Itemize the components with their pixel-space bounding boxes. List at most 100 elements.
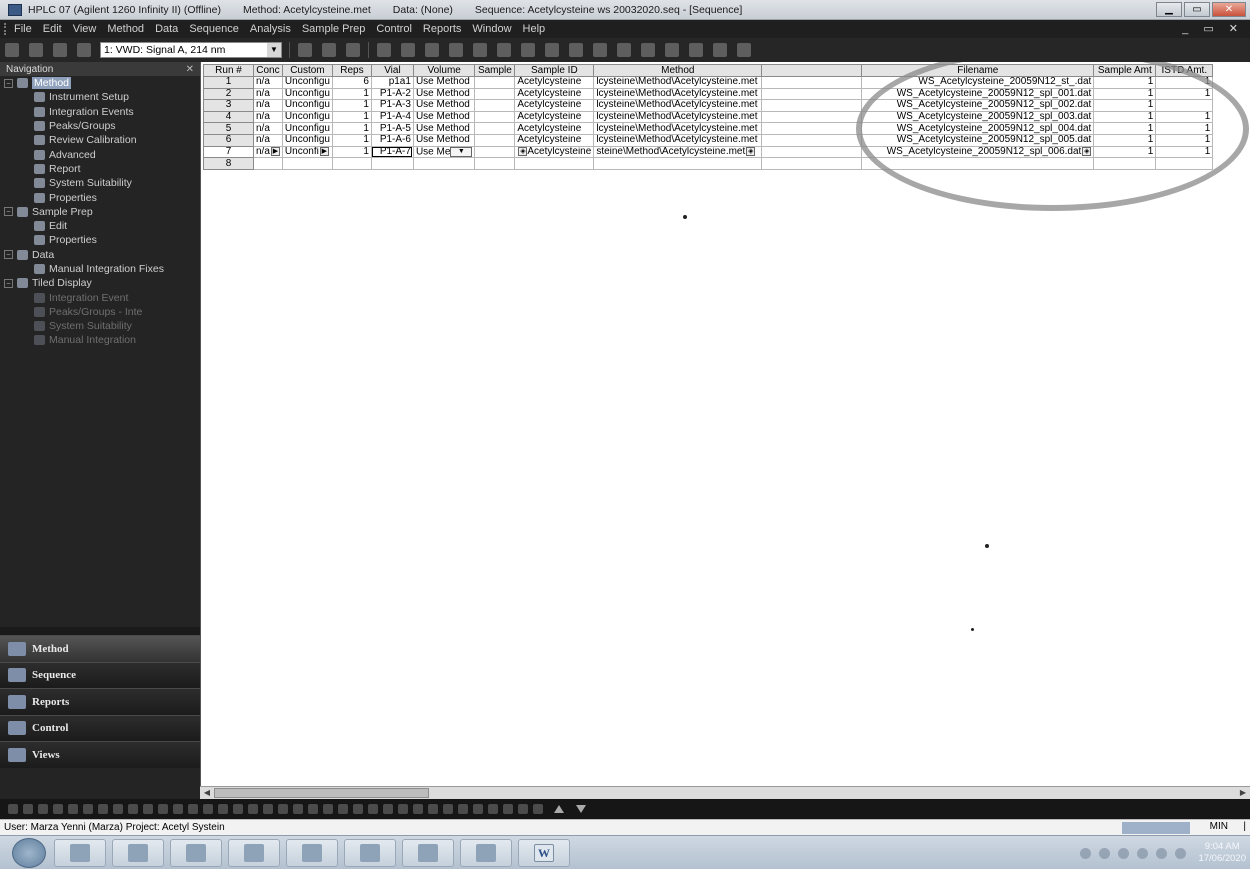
run-number-cell[interactable]: 5 <box>203 122 254 135</box>
tool-icon[interactable] <box>53 804 63 814</box>
stop-icon[interactable] <box>641 43 655 57</box>
sample-id-cell[interactable]: Acetylcysteine <box>514 110 595 124</box>
tray-icon[interactable] <box>1099 847 1111 859</box>
tool-icon[interactable] <box>83 804 93 814</box>
custom-cell[interactable]: Unconfigu <box>281 110 333 124</box>
volume-cell[interactable]: Use Method <box>412 110 476 124</box>
menu-edit[interactable]: Edit <box>43 23 62 35</box>
tool-icon[interactable] <box>293 804 303 814</box>
tool-icon[interactable] <box>113 804 123 814</box>
tool-icon[interactable] <box>473 804 483 814</box>
reps-cell[interactable]: 1 <box>331 110 372 124</box>
sample-cell[interactable] <box>474 110 516 124</box>
menu-sequence[interactable]: Sequence <box>189 23 239 35</box>
nav-tree-item[interactable]: − Method <box>0 76 200 90</box>
table-row[interactable]: 1 n/a Unconfigu 6 p1a1 Use Method Acetylcystei… <box>203 76 1214 89</box>
vial-cell[interactable]: P1-A-2 <box>370 87 414 101</box>
menu-window[interactable]: Window <box>472 23 511 35</box>
sample-amt-cell[interactable]: 1 <box>1093 122 1157 135</box>
nav-tree-item[interactable]: Advanced <box>0 147 200 161</box>
cell-picker-icon[interactable]: ▶ <box>270 147 280 156</box>
taskbar-window[interactable] <box>460 838 512 867</box>
instrument-status-icon[interactable] <box>377 43 391 57</box>
table-row[interactable]: 2 n/a Unconfigu 1 P1-A-2 Use Method Acetylcyst… <box>203 87 1214 101</box>
run-number-cell[interactable]: 4 <box>203 110 254 124</box>
column-header[interactable]: Conc <box>253 64 283 77</box>
istd-amt-cell[interactable]: 1 <box>1155 110 1214 124</box>
tray-icon[interactable] <box>1118 847 1130 859</box>
tool-icon[interactable] <box>428 804 438 814</box>
run-icon[interactable] <box>617 43 631 57</box>
tool-icon[interactable] <box>8 804 18 814</box>
sample-id-cell[interactable]: ◈ Acetylcysteine <box>514 145 595 159</box>
view-data-icon[interactable] <box>473 43 487 57</box>
conc-cell[interactable]: n/a <box>253 110 283 124</box>
tool-icon[interactable] <box>218 804 228 814</box>
istd-amt-cell[interactable] <box>1155 157 1214 170</box>
run-number-cell[interactable]: 8 <box>203 157 254 170</box>
nav-tree-item[interactable]: Integration Event <box>0 290 200 304</box>
conc-cell[interactable]: n/a ▶ <box>253 145 283 159</box>
volume-cell[interactable]: Use Method <box>412 76 476 89</box>
tray-icon[interactable] <box>1137 847 1149 859</box>
clock[interactable]: 9:04 AM 17/06/2020 <box>1198 841 1246 865</box>
custom-cell[interactable]: Unconfigu <box>281 87 333 101</box>
taskbar-excel-2[interactable] <box>402 838 454 867</box>
filename-cell[interactable]: WS_Acetylcysteine_20059N12_spl_002.dat <box>861 99 1095 112</box>
nav-button-views[interactable]: Views <box>0 741 200 768</box>
single-run-icon[interactable] <box>425 43 439 57</box>
filter-icon[interactable] <box>449 43 463 57</box>
vial-cell[interactable]: p1a1 <box>370 76 414 89</box>
nav-button-sequence[interactable]: Sequence <box>0 661 200 688</box>
run-number-cell[interactable]: 7 <box>203 145 254 159</box>
custom-cell[interactable]: Unconfi ▶ <box>281 145 333 159</box>
new-icon[interactable] <box>5 43 19 57</box>
tool-icon[interactable] <box>413 804 423 814</box>
method-cell[interactable] <box>593 157 763 170</box>
istd-amt-cell[interactable]: 1 <box>1155 76 1214 89</box>
method-cell[interactable]: lcysteine\Method\Acetylcysteine.met <box>593 122 763 135</box>
reps-cell[interactable]: 1 <box>331 122 372 135</box>
reps-cell[interactable]: 1 <box>331 145 372 159</box>
vial-cell[interactable]: P1-A-6 <box>370 133 414 147</box>
istd-amt-cell[interactable]: 1 <box>1155 145 1214 159</box>
tools-icon[interactable] <box>713 43 727 57</box>
conc-cell[interactable]: n/a <box>253 99 283 112</box>
conc-cell[interactable]: n/a <box>253 133 283 147</box>
nav-tree-item[interactable]: Manual Integration Fixes <box>0 262 200 276</box>
cell-picker-icon[interactable]: ◈ <box>1082 147 1092 156</box>
reps-cell[interactable]: 1 <box>331 87 372 101</box>
column-header[interactable]: Sample ID <box>514 64 595 77</box>
volume-cell[interactable]: Use Method <box>412 122 476 135</box>
taskbar-media[interactable] <box>170 838 222 867</box>
column-header[interactable]: Sample <box>474 64 516 77</box>
column-header[interactable]: Filename <box>861 64 1095 77</box>
tool-icon[interactable] <box>518 804 528 814</box>
navigation-splitter[interactable] <box>0 627 200 635</box>
tool-icon[interactable] <box>173 804 183 814</box>
tool-icon[interactable] <box>383 804 393 814</box>
method-cell[interactable]: steine\Method\Acetylcysteine.met ◈ <box>593 145 763 159</box>
menu-sample-prep[interactable]: Sample Prep <box>302 23 366 35</box>
filename-cell[interactable]: WS_Acetylcysteine_20059N12_spl_001.dat <box>861 87 1095 101</box>
table-row[interactable]: 4 n/a Unconfigu 1 P1-A-4 Use Method Acetylcyst… <box>203 110 1214 124</box>
taskbar-excel-1[interactable] <box>286 838 338 867</box>
tool-icon[interactable] <box>533 804 543 814</box>
scroll-left-icon[interactable]: ◀ <box>202 787 212 799</box>
run-number-cell[interactable]: 3 <box>203 99 254 112</box>
tool-icon[interactable] <box>278 804 288 814</box>
table-row[interactable]: 7 n/a ▶ Unconfi ▶ 1 P1-A-7 Use Me ▼ ◈ Acetylcystei… <box>203 145 1214 159</box>
sample-cell[interactable] <box>474 145 516 159</box>
tool-icon[interactable] <box>263 804 273 814</box>
column-header[interactable]: ISTD Amt. <box>1155 64 1214 77</box>
tool-icon[interactable] <box>128 804 138 814</box>
nav-tree-item[interactable]: Integration Events <box>0 105 200 119</box>
menu-data[interactable]: Data <box>155 23 178 35</box>
tool-icon[interactable] <box>308 804 318 814</box>
move-down-icon[interactable] <box>576 805 586 813</box>
tool-icon[interactable] <box>203 804 213 814</box>
move-up-icon[interactable] <box>554 805 564 813</box>
sample-amt-cell[interactable]: 1 <box>1093 110 1157 124</box>
menu-analysis[interactable]: Analysis <box>250 23 291 35</box>
run-number-cell[interactable]: 6 <box>203 133 254 147</box>
